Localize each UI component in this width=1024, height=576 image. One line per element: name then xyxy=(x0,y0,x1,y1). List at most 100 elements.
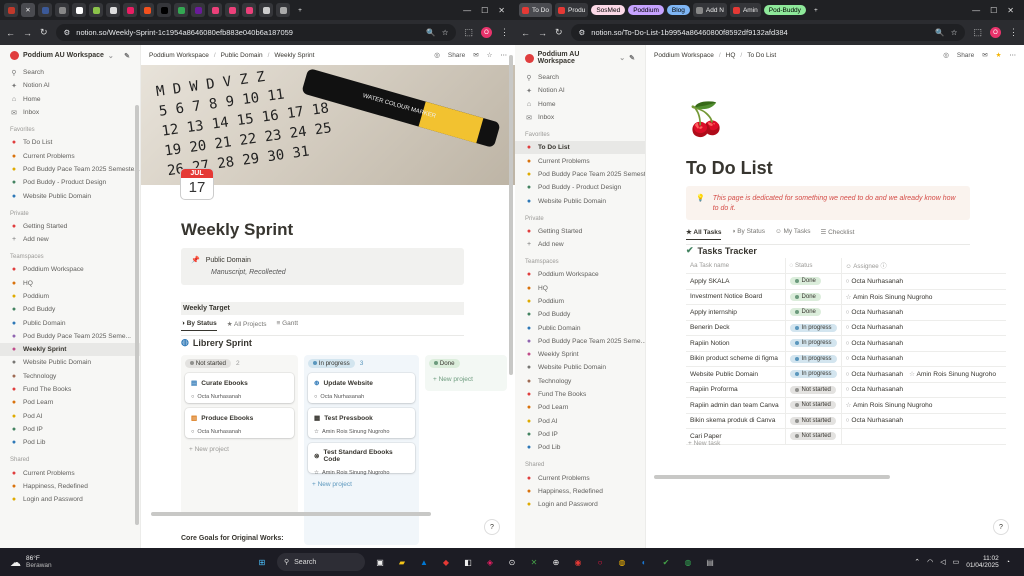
workspace-switcher[interactable]: Poddium AU Workspace ⌄ ✎ xyxy=(515,49,645,71)
database-title[interactable]: ✔ Tasks Tracker xyxy=(686,245,757,256)
tab-favicon[interactable] xyxy=(276,3,290,17)
bookmark-icon[interactable]: ☆ xyxy=(951,28,958,37)
new-tab-button[interactable]: + xyxy=(809,3,823,17)
status-cell[interactable]: Done xyxy=(784,273,842,290)
favorite-icon[interactable]: ★ xyxy=(996,51,1002,59)
breadcrumb-item[interactable]: HQ xyxy=(726,52,736,59)
task-name-cell[interactable]: Rapiin admin dan team Canva xyxy=(686,397,786,414)
reload-icon[interactable]: ↻ xyxy=(555,27,563,38)
sidebar-item-pod-ip[interactable]: ● Pod IP xyxy=(0,423,140,436)
sidebar-item-hq[interactable]: ● HQ xyxy=(0,277,140,290)
page-title[interactable]: To Do List xyxy=(686,158,773,179)
comment-icon[interactable]: ✉ xyxy=(473,51,478,59)
url-input[interactable]: ⚙ notion.so/Weekly-Sprint-1c1954a8646080… xyxy=(55,24,457,41)
task-name-cell[interactable]: Apply SKALA xyxy=(686,273,786,290)
tab-favicon[interactable] xyxy=(55,3,69,17)
comment-icon[interactable]: ✉ xyxy=(982,51,987,59)
app-icon[interactable]: ○ xyxy=(593,555,607,569)
breadcrumb-item[interactable]: Public Domain xyxy=(221,52,263,59)
sidebar-item-pod-learn[interactable]: ● Pod Learn xyxy=(515,401,645,414)
assignee-cell[interactable]: ○ Octa Nurhasanah xyxy=(841,304,1006,321)
new-page-icon[interactable]: ✎ xyxy=(124,52,130,60)
zoom-icon[interactable]: 🔍 xyxy=(426,28,435,37)
status-cell[interactable]: Not started xyxy=(784,413,842,429)
column-header-task[interactable]: Aa Task name xyxy=(686,258,786,274)
sidebar-item-pod-learn[interactable]: ● Pod Learn xyxy=(0,396,140,409)
table-row[interactable]: Rapiin Notion In progress ○ Octa Nurhasana… xyxy=(686,335,1006,352)
tab-add-n[interactable]: Add N xyxy=(692,3,727,17)
new-project-button[interactable]: + New project xyxy=(429,373,503,386)
site-info-icon[interactable]: ⚙ xyxy=(579,28,586,37)
sidebar-item-website-public-domain[interactable]: ● Website Public Domain xyxy=(0,356,140,369)
sidebar-item-home[interactable]: ⌂ Home xyxy=(0,93,140,106)
task-name-cell[interactable]: Rapiin Proforma xyxy=(686,382,786,398)
status-cell[interactable]: In progress xyxy=(784,320,842,336)
tab-favicon[interactable] xyxy=(225,3,239,17)
share-button[interactable]: Share xyxy=(448,52,465,59)
volume-icon[interactable]: ◁ xyxy=(940,558,945,566)
taskbar-search[interactable]: ⚲ Search xyxy=(277,553,365,571)
assignee-cell[interactable]: ○ Octa Nurhasanah xyxy=(841,413,1006,429)
tab-by-status[interactable]: ◑ By Status xyxy=(731,228,765,240)
zoom-icon[interactable]: 🔍 xyxy=(935,28,944,37)
sidebar-item-login-and-password[interactable]: ● Login and Password xyxy=(515,498,645,511)
forward-icon[interactable]: → xyxy=(23,28,32,38)
app-icon[interactable]: ◧ xyxy=(461,555,475,569)
tab-favicon[interactable] xyxy=(72,3,86,17)
status-cell[interactable]: In progress xyxy=(784,351,842,367)
tab-group-sosmed[interactable]: SosMed xyxy=(591,5,626,15)
sidebar-item-pod-ip[interactable]: ● Pod IP xyxy=(515,428,645,441)
extensions-icon[interactable]: ⬚ xyxy=(973,27,982,38)
status-cell[interactable]: In progress xyxy=(784,366,842,383)
sidebar-item-happiness-redefined[interactable]: ● Happiness, Redefined xyxy=(0,480,140,493)
profile-avatar[interactable]: O xyxy=(990,27,1001,38)
task-view-icon[interactable]: ▣ xyxy=(373,555,387,569)
sidebar-item-fund-the-books[interactable]: ● Fund The Books xyxy=(515,388,645,401)
sidebar-item-current-problems[interactable]: ● Current Problems xyxy=(0,149,140,162)
share-button[interactable]: Share xyxy=(957,52,974,59)
status-cell[interactable]: Done xyxy=(784,289,842,305)
sidebar-item-current-problems[interactable]: ● Current Problems xyxy=(515,154,645,167)
url-input[interactable]: ⚙ notion.so/To-Do-List-1b9954a86460800f8… xyxy=(570,24,966,41)
table-row[interactable]: Benerin Deck In progress ○ Octa Nurhasanah xyxy=(686,320,1006,336)
start-icon[interactable]: ⊞ xyxy=(255,555,269,569)
tab-favicon[interactable] xyxy=(123,3,137,17)
table-row[interactable]: Bikin product scheme di figma In progress… xyxy=(686,351,1006,367)
notification-icon[interactable]: ◔ xyxy=(1006,559,1010,566)
lock-icon[interactable]: ◎ xyxy=(434,51,440,59)
sidebar-item-public-domain[interactable]: ● Public Domain xyxy=(0,316,140,329)
new-tab-button[interactable]: + xyxy=(293,3,307,17)
chrome-icon[interactable]: ◍ xyxy=(681,555,695,569)
tab-all-projects[interactable]: ★ All Projects xyxy=(227,320,267,331)
assignee-cell[interactable]: ○ Octa Nurhasanah xyxy=(841,335,1006,352)
chrome-icon[interactable]: ◍ xyxy=(615,555,629,569)
table-row[interactable]: Apply internship Done ○ Octa Nurhasanah xyxy=(686,304,1006,321)
sidebar-item-technology[interactable]: ● Technology xyxy=(515,375,645,388)
sidebar-item-to-do-list[interactable]: ● To Do List xyxy=(0,136,140,149)
tab-amin[interactable]: Amin xyxy=(729,3,761,17)
breadcrumb-item[interactable]: Poddium Workspace xyxy=(149,52,209,59)
tab-group-poddium[interactable]: Poddium xyxy=(628,5,664,15)
sidebar-item-add-new[interactable]: + Add new xyxy=(0,233,140,246)
sidebar-scrollbar[interactable] xyxy=(135,105,139,525)
tab-favicon[interactable] xyxy=(242,3,256,17)
wifi-icon[interactable]: ◠ xyxy=(927,558,933,566)
table-scrollbar[interactable] xyxy=(654,475,890,479)
sidebar-item-notion-ai[interactable]: ✦ Notion AI xyxy=(0,79,140,92)
minimize-icon[interactable]: — xyxy=(972,6,980,15)
new-task-button[interactable]: + New task xyxy=(688,440,720,447)
sidebar-item-pod-buddy-pace-team-2025-semeste[interactable]: ● Pod Buddy Pace Team 2025 Semeste... xyxy=(515,168,645,181)
app-icon[interactable]: ✔ xyxy=(659,555,673,569)
sidebar-item-poddium-workspace[interactable]: ● Poddium Workspace xyxy=(515,268,645,281)
app-icon[interactable]: ◐ xyxy=(637,555,651,569)
sidebar-item-poddium[interactable]: ● Poddium xyxy=(515,295,645,308)
sidebar-item-add-new[interactable]: + Add new xyxy=(515,238,645,251)
close-window-icon[interactable]: ✕ xyxy=(498,6,505,15)
explorer-icon[interactable]: ▰ xyxy=(395,555,409,569)
tab-gantt[interactable]: ≡ Gantt xyxy=(277,320,299,331)
cherry-icon[interactable]: 🍒 xyxy=(686,100,726,138)
maximize-icon[interactable]: ☐ xyxy=(481,6,488,15)
app-icon[interactable]: ◈ xyxy=(483,555,497,569)
sidebar-item-website-public-domain[interactable]: ● Website Public Domain xyxy=(515,361,645,374)
tab-favicon[interactable] xyxy=(89,3,103,17)
